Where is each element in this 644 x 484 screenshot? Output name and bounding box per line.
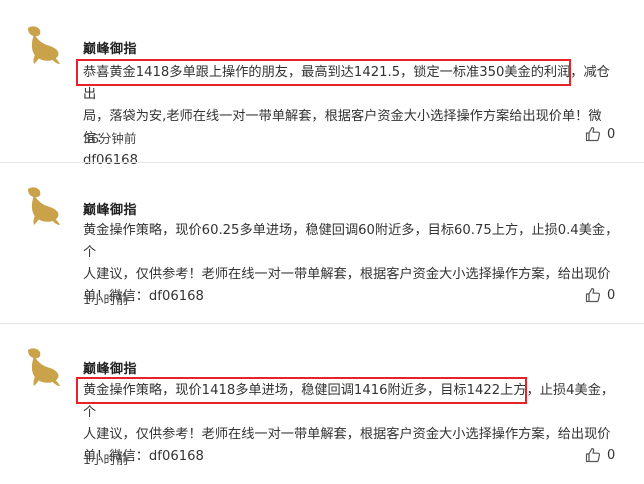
thumbs-up-icon — [585, 447, 601, 463]
post-2: 巅峰御指 黄金操作策略，现价60.25多单进场，稳健回调60附近多，目标60.7… — [0, 163, 644, 323]
like-button[interactable]: 0 — [585, 126, 615, 142]
post-time: 1小时前 — [83, 452, 129, 467]
avatar[interactable] — [20, 344, 66, 390]
author-name[interactable]: 巅峰御指 — [83, 38, 137, 57]
like-count: 0 — [607, 447, 616, 463]
like-button[interactable]: 0 — [585, 447, 615, 463]
post-3: 巅峰御指 黄金操作策略，现价1418多单进场，稳健回调1416附近多，目标142… — [0, 324, 644, 484]
avatar[interactable] — [20, 183, 66, 229]
thumbs-up-icon — [585, 287, 601, 303]
post-time: 1小时前 — [83, 292, 129, 307]
post-content: 黄金操作策略，现价1418多单进场，稳健回调1416附近多，目标1422上方，止… — [83, 383, 615, 464]
like-button[interactable]: 0 — [585, 287, 615, 303]
author-name[interactable]: 巅峰御指 — [83, 358, 137, 377]
thumbs-up-icon — [585, 126, 601, 142]
post-time: 36分钟前 — [83, 131, 137, 146]
avatar[interactable] — [20, 22, 66, 68]
post-1: 巅峰御指 恭喜黄金1418多单跟上操作的朋友，最高到达1421.5，锁定一标准3… — [0, 0, 644, 168]
post-content: 恭喜黄金1418多单跟上操作的朋友，最高到达1421.5，锁定一标准350美金的… — [83, 65, 610, 168]
like-count: 0 — [607, 287, 616, 303]
author-name[interactable]: 巅峰御指 — [83, 199, 137, 218]
post-content: 黄金操作策略，现价60.25多单进场，稳健回调60附近多，目标60.75上方，止… — [83, 223, 619, 304]
like-count: 0 — [607, 126, 616, 142]
